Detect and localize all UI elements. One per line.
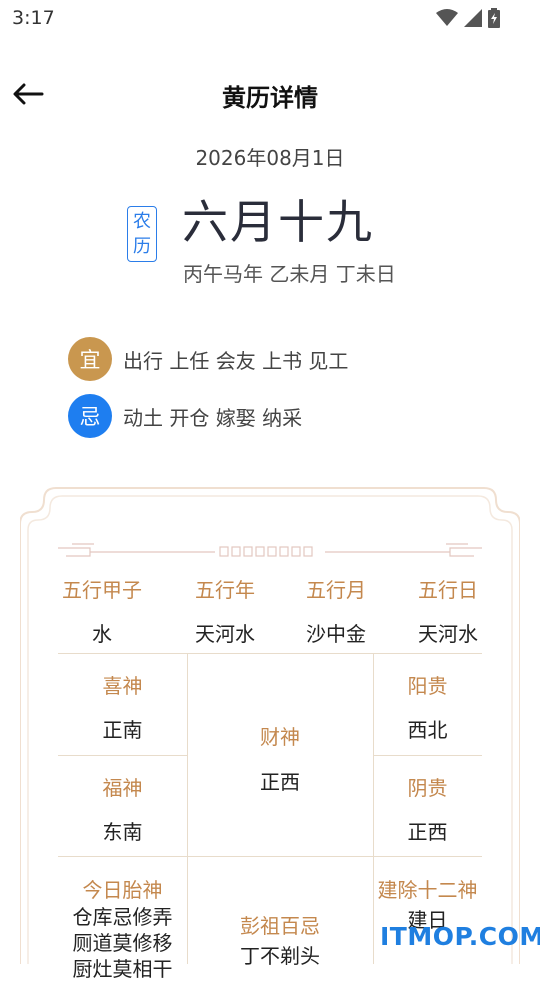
solar-date: 2026年08月1日 <box>195 146 345 170</box>
pengzu-value: 丁不剃头 <box>240 944 320 968</box>
jianchu-label: 建除十二神 <box>377 878 478 902</box>
wuxing-value-3: 沙中金 <box>306 622 366 646</box>
signal-icon <box>464 9 482 27</box>
taishen-label: 今日胎神 <box>82 878 163 902</box>
wuxing-value-1: 水 <box>92 622 112 646</box>
almanac-card: 五行甲子 五行年 五行月 五行日 水 天河水 沙中金 天河水 喜神 正南 福神 … <box>20 484 520 981</box>
taishen-line-2: 厕道莫修移 <box>72 931 173 955</box>
grid-line <box>58 755 187 756</box>
ji-badge: 忌 <box>68 394 112 438</box>
ji-text: 动土 开仓 嫁娶 纳采 <box>123 405 303 430</box>
status-bar: 3:17 <box>0 0 540 36</box>
watermark-logo: ITMOP.COM <box>380 922 540 951</box>
yanggui-value: 西北 <box>407 718 448 742</box>
wuxing-value-2: 天河水 <box>195 622 255 646</box>
yanggui-label: 阳贵 <box>407 674 448 698</box>
lunar-badge: 农 历 <box>127 206 157 262</box>
xishen-value: 正南 <box>102 718 143 742</box>
fushen-label: 福神 <box>102 776 143 800</box>
lunar-day: 六月十九 <box>182 195 374 249</box>
fushen-value: 东南 <box>102 820 143 844</box>
ganzhi-text: 丙午马年 乙未月 丁未日 <box>183 262 396 286</box>
yi-badge: 宜 <box>68 337 112 381</box>
page-title: 黄历详情 <box>222 84 318 112</box>
grid-line <box>58 856 482 857</box>
battery-icon <box>488 8 500 28</box>
caishen-value: 正西 <box>260 770 300 794</box>
yingui-label: 阴贵 <box>407 776 448 800</box>
grid-line <box>58 653 482 654</box>
pengzu-label: 彭祖百忌 <box>240 914 320 938</box>
yingui-value: 正西 <box>407 820 448 844</box>
yi-row: 宜 出行 上任 会友 上书 见工 <box>68 337 348 381</box>
lunar-badge-char-2: 历 <box>133 236 151 257</box>
wuxing-header-1: 五行甲子 <box>62 578 142 602</box>
taishen-lines: 仓库忌修弄 厕道莫修移 厨灶莫相干 <box>58 904 187 982</box>
caishen-label: 财神 <box>260 725 300 749</box>
xishen-label: 喜神 <box>102 674 143 698</box>
wuxing-header-2: 五行年 <box>195 578 255 602</box>
wuxing-header-3: 五行月 <box>306 578 366 602</box>
wuxing-header-4: 五行日 <box>418 578 478 602</box>
status-time: 3:17 <box>12 7 55 29</box>
grid-line <box>373 755 482 756</box>
status-icons <box>436 8 500 28</box>
lunar-badge-char-1: 农 <box>133 211 151 232</box>
wuxing-value-4: 天河水 <box>418 622 478 646</box>
taishen-line-1: 仓库忌修弄 <box>72 905 173 929</box>
ji-row: 忌 动土 开仓 嫁娶 纳采 <box>68 394 302 438</box>
yi-text: 出行 上任 会友 上书 见工 <box>123 348 349 373</box>
wifi-icon <box>436 9 458 26</box>
